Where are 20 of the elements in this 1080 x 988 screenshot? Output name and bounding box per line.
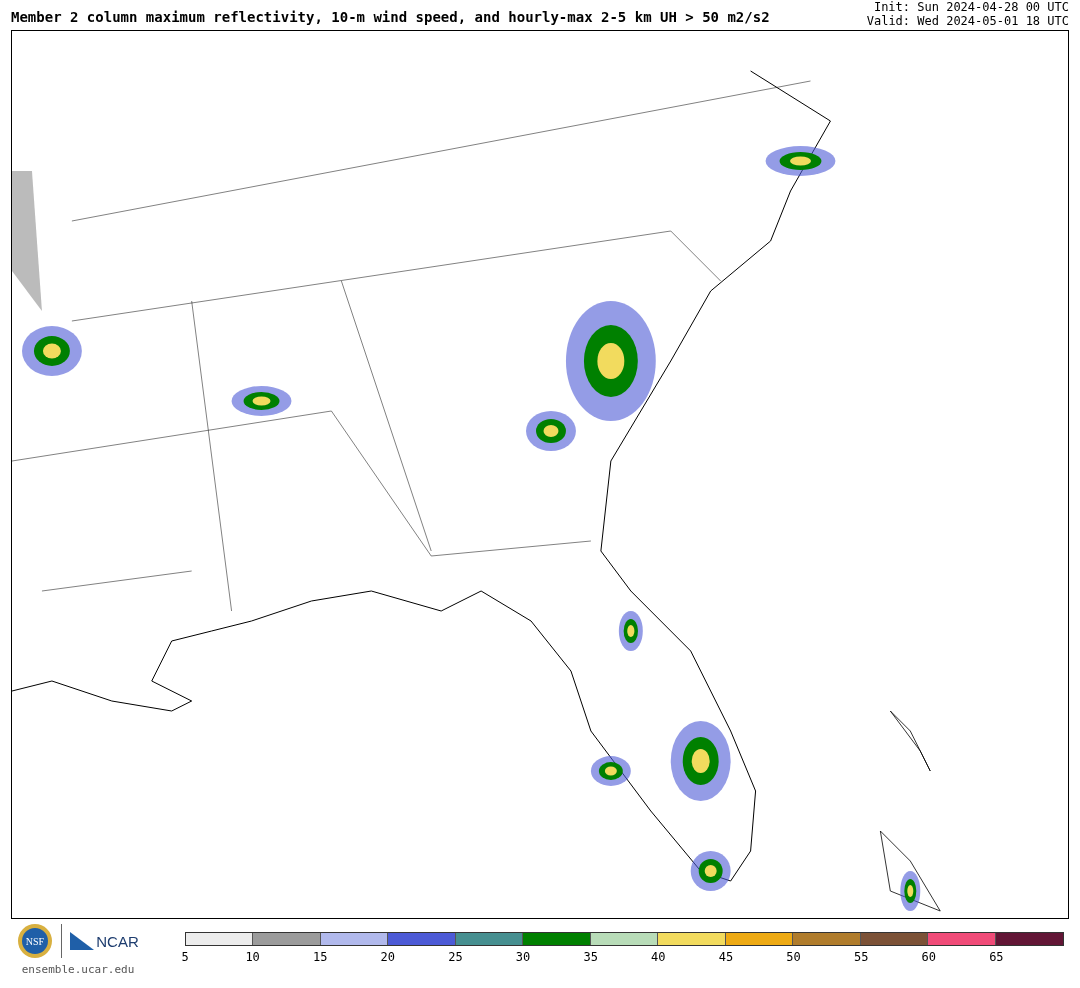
scale-label: 40 [651, 950, 666, 964]
nsf-logo: NSF [17, 923, 54, 959]
scale-label: 15 [313, 950, 328, 964]
logo-divider [61, 924, 63, 958]
scale-label: 35 [583, 950, 598, 964]
valid-time: Valid: Wed 2024-05-01 18 UTC [866, 14, 1069, 28]
scale-label: 25 [448, 950, 463, 964]
scale-label: 30 [515, 950, 531, 964]
map-title: Member 2 column maximum reflectivity, 10-m wind speed, and hourly-max 2-5 km UH > 50 m2/s2 [11, 9, 770, 25]
scale-label: 50 [786, 950, 801, 964]
scale-label: 65 [989, 950, 1004, 964]
scale-label: 55 [853, 950, 869, 964]
scale-label: 5 [181, 950, 189, 964]
init-time: Init: Sun 2024-04-28 00 UTC [873, 0, 1069, 14]
ncar-logo: NCAR [70, 932, 139, 950]
scale-label: 10 [245, 950, 260, 964]
website-url: ensemble.ucar.edu [21, 963, 135, 976]
scale-label: 20 [380, 950, 396, 964]
scale-label: 60 [921, 950, 936, 964]
scale-label: 45 [718, 950, 734, 964]
